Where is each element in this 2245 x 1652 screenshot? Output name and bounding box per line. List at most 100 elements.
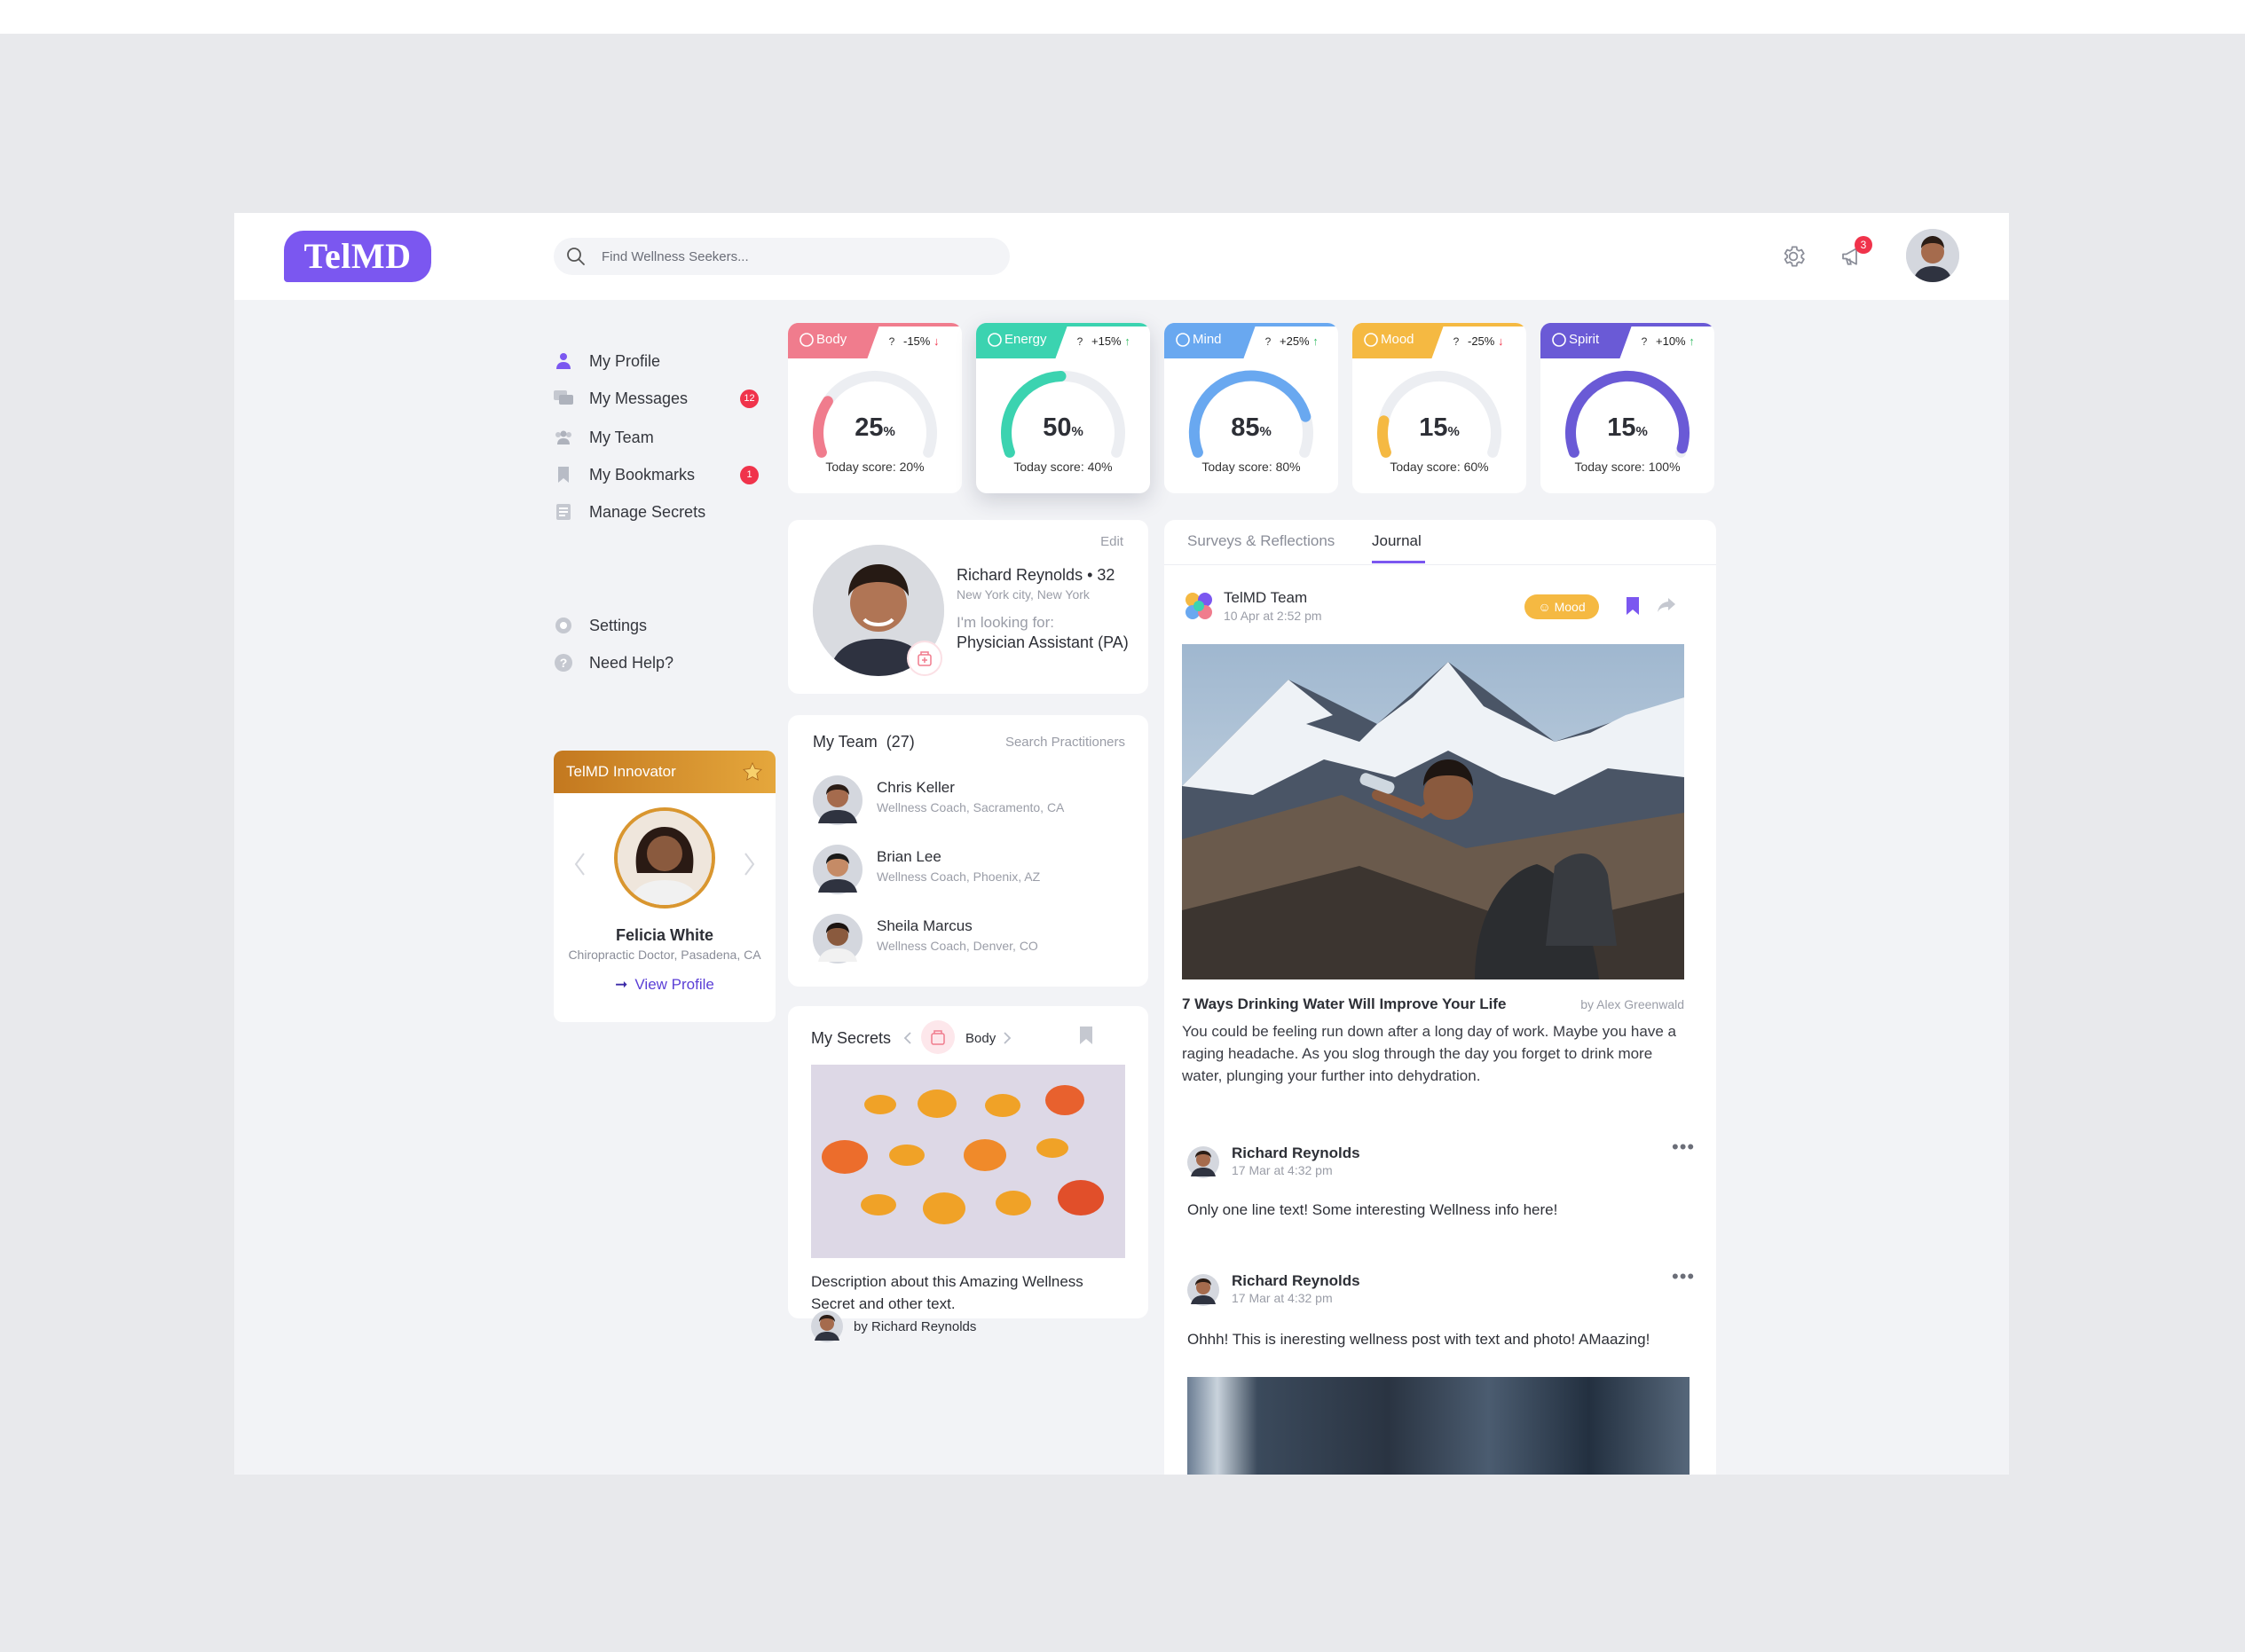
stat-value-number: 25 (855, 413, 884, 442)
star-icon (743, 762, 762, 781)
team-member-name[interactable]: Chris Keller (877, 779, 955, 797)
secrets-title: My Secrets (811, 1029, 892, 1047)
profile-location: New York city, New York (957, 587, 1090, 602)
arrow-up-icon: ↑ (1689, 334, 1695, 348)
team-member-name[interactable]: Brian Lee (877, 848, 941, 866)
sidebar-item-label: My Bookmarks (589, 465, 696, 484)
innovator-card: TelMD Innovator Felicia White Chiropract… (554, 751, 776, 1022)
stat-value-number: 15 (1419, 413, 1448, 442)
mind-icon (1176, 333, 1190, 347)
team-icon (554, 428, 573, 447)
sidebar-item-label: Manage Secrets (589, 502, 706, 521)
team-member-name[interactable]: Sheila Marcus (877, 917, 973, 935)
secret-image (811, 1065, 1125, 1258)
help-icon[interactable]: ? (884, 334, 900, 350)
tab-active-indicator (1372, 561, 1425, 563)
stat-change: +15% ↑ (1091, 334, 1130, 350)
telmd-logo[interactable]: TelMD (284, 231, 431, 282)
gear-icon (554, 616, 573, 635)
tabs-divider (1164, 564, 1716, 565)
sidebar-item-need-help[interactable]: ? Need Help? (554, 649, 776, 676)
stat-card-body[interactable]: Body ? -15% ↓ 25% Today score: 20% (788, 323, 962, 493)
chevron-left-icon[interactable] (903, 1031, 912, 1045)
stat-label: Mind (1193, 332, 1222, 347)
stat-value: 85% (1164, 413, 1338, 443)
team-member-row[interactable]: Sheila Marcus Wellness Coach, Denver, CO (813, 912, 1132, 964)
search-icon (567, 248, 585, 265)
team-member-role: Wellness Coach, Phoenix, AZ (877, 869, 1041, 884)
search-bar[interactable] (554, 238, 1010, 275)
help-icon[interactable]: ? (1260, 334, 1276, 350)
stat-label: Spirit (1569, 332, 1600, 347)
search-input[interactable] (602, 238, 992, 275)
stat-change: -15% ↓ (903, 334, 939, 350)
sidebar-item-my-bookmarks[interactable]: My Bookmarks 1 (554, 461, 776, 488)
search-practitioners-link[interactable]: Search Practitioners (1005, 735, 1125, 750)
post1-author[interactable]: TelMD Team (1224, 589, 1307, 607)
stat-change: -25% ↓ (1468, 334, 1503, 350)
team-member-role: Wellness Coach, Denver, CO (877, 939, 1038, 953)
profile-card: Edit Richard Reynolds • 32 New York city… (788, 520, 1148, 694)
post1-title[interactable]: 7 Ways Drinking Water Will Improve Your … (1182, 995, 1506, 1013)
team-card: My Team (27) Search Practitioners Chris … (788, 715, 1148, 987)
looking-label: I'm looking for: (957, 614, 1055, 631)
stat-change-value: +15% (1091, 334, 1122, 348)
team-member-role: Wellness Coach, Sacramento, CA (877, 800, 1065, 814)
browser-top-band (0, 0, 2245, 34)
bookmark-icon (554, 465, 573, 484)
help-icon[interactable]: ? (1448, 334, 1464, 350)
author-avatar[interactable] (811, 1310, 843, 1342)
stat-card-spirit[interactable]: Spirit ? +10% ↑ 15% Today score: 100% (1540, 323, 1714, 493)
secrets-category: Body (965, 1031, 996, 1046)
edit-link[interactable]: Edit (1100, 534, 1123, 549)
stat-today-score: Today score: 20% (825, 460, 925, 474)
messages-count-badge: 12 (740, 389, 759, 408)
team-member-row[interactable]: Brian Lee Wellness Coach, Phoenix, AZ (813, 843, 1132, 894)
team-member-avatar[interactable] (813, 914, 863, 964)
secret-author[interactable]: by Richard Reynolds (854, 1319, 976, 1334)
carousel-prev-icon[interactable] (573, 852, 586, 877)
help-icon[interactable]: ? (1636, 334, 1652, 350)
team-member-row[interactable]: Chris Keller Wellness Coach, Sacramento,… (813, 774, 1132, 825)
chevron-right-icon[interactable] (1003, 1031, 1012, 1045)
help-icon[interactable]: ? (1072, 334, 1088, 350)
bookmark-icon[interactable] (1626, 596, 1640, 616)
looking-value: Physician Assistant (PA) (957, 633, 1129, 651)
sidebar-item-manage-secrets[interactable]: Manage Secrets (554, 499, 776, 525)
stat-value-number: 50 (1043, 413, 1072, 442)
stat-label: Body (816, 332, 847, 347)
team-title: My Team (27) (813, 733, 915, 751)
sidebar-item-my-team[interactable]: My Team (554, 424, 776, 451)
tab-journal[interactable]: Journal (1372, 532, 1422, 550)
sidebar-item-label: My Team (589, 428, 654, 446)
sidebar-item-my-messages[interactable]: My Messages 12 (554, 385, 776, 412)
arrow-down-icon: ↓ (933, 334, 940, 348)
post1-time: 10 Apr at 2:52 pm (1224, 609, 1322, 623)
innovator-header: TelMD Innovator (554, 751, 776, 793)
team-member-avatar[interactable] (813, 775, 863, 825)
stat-change-value: +25% (1280, 334, 1310, 348)
stat-card-energy[interactable]: Energy ? +15% ↑ 50% Today score: 40% (976, 323, 1150, 493)
innovator-avatar[interactable] (614, 807, 715, 909)
arrow-down-icon: ↓ (1497, 334, 1504, 348)
tab-surveys-reflections[interactable]: Surveys & Reflections (1187, 532, 1335, 550)
view-profile-link[interactable]: ➞ View Profile (554, 976, 776, 994)
stat-change: +25% ↑ (1280, 334, 1319, 350)
stat-card-mind[interactable]: Mind ? +25% ↑ 85% Today score: 80% (1164, 323, 1338, 493)
team-member-avatar[interactable] (813, 845, 863, 894)
mood-tag[interactable]: ☺ Mood (1524, 594, 1599, 619)
sidebar-item-settings[interactable]: Settings (554, 612, 776, 639)
stat-card-mood[interactable]: Mood ? -25% ↓ 15% Today score: 60% (1352, 323, 1526, 493)
carousel-next-icon[interactable] (744, 852, 756, 877)
sidebar-item-my-profile[interactable]: My Profile (554, 348, 776, 374)
post1-byline: by Alex Greenwald (1580, 997, 1684, 1011)
user-avatar[interactable] (1906, 229, 1959, 282)
bookmark-icon[interactable] (1079, 1026, 1093, 1045)
arrow-up-icon: ↑ (1312, 334, 1319, 348)
bookmarks-count-badge: 1 (740, 466, 759, 484)
sidebar-item-label: My Profile (589, 351, 661, 370)
mood-icon (1364, 333, 1378, 347)
share-icon[interactable] (1656, 596, 1677, 614)
stat-value: 15% (1352, 413, 1526, 443)
gear-icon[interactable] (1780, 243, 1807, 270)
